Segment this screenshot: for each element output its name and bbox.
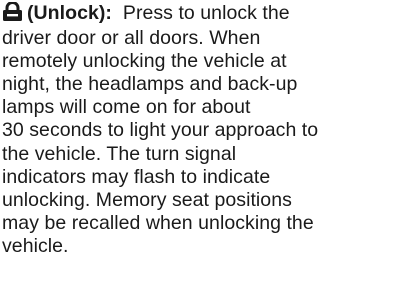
text-line-6: 30 seconds to light your approach to (2, 119, 319, 142)
text-line-9: unlocking. Memory seat positions (2, 188, 292, 211)
text-line-7: the vehicle. The turn signal (2, 142, 237, 165)
unlock-description: (Unlock): Press to unlock the driver doo… (2, 1, 400, 258)
text-line-4: night, the headlamps and back-up (2, 73, 298, 96)
text-line-2: driver door or all doors. When (2, 27, 261, 50)
unlock-icon (2, 1, 23, 27)
text-line-11: vehicle. (2, 234, 69, 257)
text-line-5: lamps will come on for about (2, 96, 251, 119)
text-line-8: indicators may flash to indicate (2, 165, 271, 188)
text-line-10: may be recalled when unlocking the (2, 211, 314, 234)
unlock-text: Press to unlock the (122, 2, 290, 24)
unlock-term: (Unlock): (27, 2, 112, 24)
text-line-3: remotely unlocking the vehicle at (2, 50, 287, 73)
text-line-1: (Unlock): Press to unlock the (2, 1, 400, 27)
